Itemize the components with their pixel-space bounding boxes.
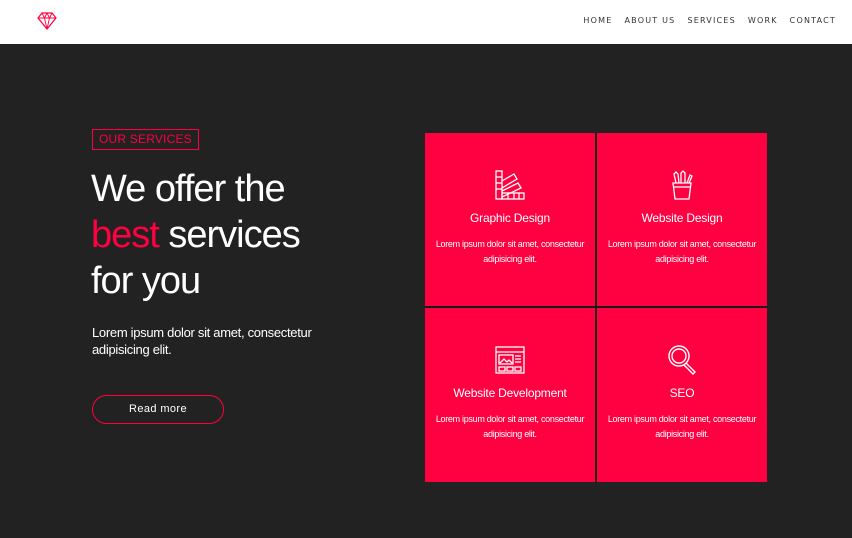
service-description: Lorem ipsum dolor sit amet, consectetur … [435,239,585,264]
service-card-graphic-design[interactable]: Graphic Design Lorem ipsum dolor sit ame… [425,133,595,306]
headline-line-2: services [158,214,300,256]
nav-home[interactable]: HOME [583,16,612,26]
site-header: HOME ABOUT US SERVICES WORK CONTACT [0,0,852,44]
service-description: Lorem ipsum dolor sit amet, consectetur … [607,414,757,439]
services-grid: Graphic Design Lorem ipsum dolor sit ame… [425,133,767,482]
main-nav: HOME ABOUT US SERVICES WORK CONTACT [583,16,836,26]
service-title: Website Design [641,211,723,225]
service-title: Graphic Design [470,211,550,225]
magnifier-icon [668,345,696,375]
service-card-website-design[interactable]: Website Design Lorem ipsum dolor sit ame… [597,133,767,306]
pencil-cup-icon [672,170,693,200]
nav-work[interactable]: WORK [748,16,778,26]
service-description: Lorem ipsum dolor sit amet, consectetur … [435,414,585,439]
diamond-icon[interactable] [37,12,57,30]
nav-about-us[interactable]: ABOUT US [625,16,676,26]
service-title: Website Development [453,386,567,400]
headline-line-1: We offer the [91,168,286,210]
headline-accent: best [91,214,160,256]
hero-headline: We offer the best services for you [91,166,391,304]
nav-services[interactable]: SERVICES [687,16,735,26]
hero-lead-text: Lorem ipsum dolor sit amet, consectetur … [92,325,312,357]
service-title: SEO [669,386,695,400]
headline-line-3: for you [91,260,201,302]
web-layout-icon [495,346,525,374]
section-eyebrow: OUR SERVICES [92,129,199,150]
service-card-website-development[interactable]: Website Development Lorem ipsum dolor si… [425,308,595,482]
color-swatch-icon [495,170,525,200]
service-description: Lorem ipsum dolor sit amet, consectetur … [607,239,757,264]
service-card-seo[interactable]: SEO Lorem ipsum dolor sit amet, consecte… [597,308,767,482]
read-more-button[interactable]: Read more [92,395,224,424]
nav-contact[interactable]: CONTACT [790,16,836,26]
